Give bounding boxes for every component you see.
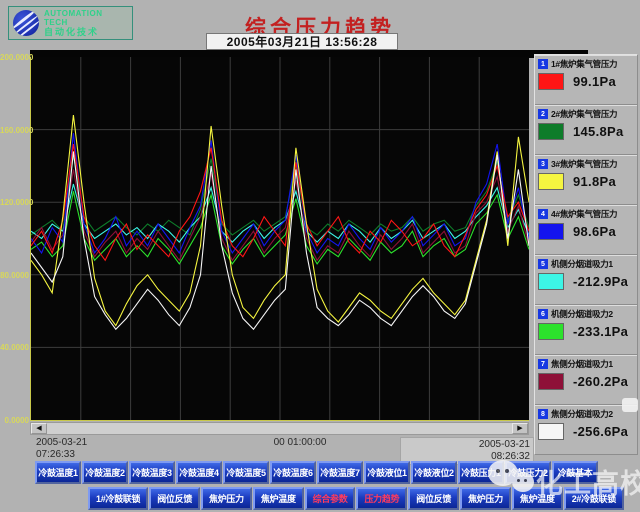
nav-button-r1-12[interactable]: 冷鼓基本 xyxy=(552,461,598,484)
nav-button-r2-10[interactable]: 2#冷鼓联锁 xyxy=(563,487,624,510)
legend-item-2: 2 2#焦炉集气管压力 145.8Pa xyxy=(535,105,637,155)
legend-number-badge: 2 xyxy=(538,109,548,119)
legend-tag-label: 机侧分烟道吸力2 xyxy=(551,309,613,319)
legend-item-1: 1 1#焦炉集气管压力 99.1Pa xyxy=(535,55,637,105)
legend-item-4: 4 4#焦炉集气管压力 98.6Pa xyxy=(535,205,637,255)
watermark-bubble xyxy=(622,398,638,412)
legend-color-swatch xyxy=(538,173,564,190)
legend-color-swatch xyxy=(538,423,564,440)
legend-item-8: 8 焦侧分烟道吸力2 -256.6Pa xyxy=(535,405,637,454)
y-axis-tick-label: 200.0000 xyxy=(0,53,34,62)
y-axis-tick-label: 80.0000 xyxy=(0,270,29,280)
scroll-left-arrow-icon[interactable]: ◀ xyxy=(31,423,47,434)
y-axis-tick-label: 40.0000 xyxy=(0,343,29,353)
nav-button-r1-8[interactable]: 冷鼓液位1 xyxy=(364,461,410,484)
legend-color-swatch xyxy=(538,223,564,240)
trend-legend-panel: 1 1#焦炉集气管压力 99.1Pa 2 2#焦炉集气管压力 145.8Pa 3 3#焦炉集气… xyxy=(534,54,638,455)
vendor-logo-text: AUTOMATION TECH 自动化技术 xyxy=(44,9,128,38)
nav-button-r2-9[interactable]: 焦炉温度 xyxy=(511,487,563,510)
legend-item-6: 6 机侧分烟道吸力2 -233.1Pa xyxy=(535,305,637,355)
legend-number-badge: 5 xyxy=(538,259,548,269)
scroll-right-arrow-icon[interactable]: ▶ xyxy=(512,423,528,434)
nav-button-r2-8[interactable]: 焦炉压力 xyxy=(460,487,511,510)
legend-tag-label: 焦侧分烟道吸力1 xyxy=(551,359,613,369)
vendor-logo: AUTOMATION TECH 自动化技术 xyxy=(8,6,133,40)
legend-current-value: -256.6Pa xyxy=(573,424,629,439)
legend-number-badge: 3 xyxy=(538,159,548,169)
legend-tag-label: 4#焦炉集气管压力 xyxy=(551,209,618,219)
legend-tag-label: 1#焦炉集气管压力 xyxy=(551,59,618,69)
legend-number-badge: 4 xyxy=(538,209,548,219)
nav-button-r1-10[interactable]: 冷鼓压力1 xyxy=(458,461,504,484)
nav-button-r1-4[interactable]: 冷鼓温度4 xyxy=(176,461,222,484)
nav-button-r2-7[interactable]: 阀位反馈 xyxy=(408,487,460,510)
legend-current-value: -233.1Pa xyxy=(573,324,629,339)
legend-number-badge: 8 xyxy=(538,409,548,419)
legend-current-value: -260.2Pa xyxy=(573,374,629,389)
legend-color-swatch xyxy=(538,373,564,390)
nav-button-r2-4[interactable]: 焦炉温度 xyxy=(252,487,304,510)
vendor-name-line1: AUTOMATION TECH xyxy=(44,8,103,27)
legend-item-3: 3 3#焦炉集气管压力 91.8Pa xyxy=(535,155,637,205)
time-scrollbar[interactable]: ◀ ▶ xyxy=(30,422,529,435)
legend-current-value: 98.6Pa xyxy=(573,224,617,239)
nav-button-r1-2[interactable]: 冷鼓温度2 xyxy=(82,461,128,484)
legend-tag-label: 3#焦炉集气管压力 xyxy=(551,159,618,169)
x-end-date: 2005-03-21 xyxy=(478,439,530,450)
globe-logo-icon xyxy=(13,10,39,36)
nav-button-r1-7[interactable]: 冷鼓温度7 xyxy=(317,461,363,484)
nav-button-r1-1[interactable]: 冷鼓温度1 xyxy=(35,461,81,484)
nav-button-row-1: 冷鼓温度1 冷鼓温度2 冷鼓温度3 冷鼓温度4 冷鼓温度5 冷鼓温度6 冷鼓温度7 冷鼓液位1… xyxy=(35,461,598,484)
legend-current-value: -212.9Pa xyxy=(573,274,629,289)
nav-button-row-2: 1#冷鼓联锁 阀位反馈 焦炉压力 焦炉温度 综合参数 压力趋势 阀位反馈 焦炉压力 焦炉温度 2#… xyxy=(88,487,624,510)
y-axis-tick-label: 160.0000 xyxy=(0,125,34,135)
legend-current-value: 99.1Pa xyxy=(573,74,617,89)
hmi-window: AUTOMATION TECH 自动化技术 综合压力趋势 2005年03月21日… xyxy=(0,0,640,512)
trend-chart xyxy=(30,57,530,420)
nav-button-r2-3[interactable]: 焦炉压力 xyxy=(201,487,252,510)
legend-color-swatch xyxy=(538,73,564,90)
legend-color-swatch xyxy=(538,273,564,290)
legend-item-5: 5 机侧分烟道吸力1 -212.9Pa xyxy=(535,255,637,305)
legend-tag-label: 机侧分烟道吸力1 xyxy=(551,259,613,269)
legend-item-7: 7 焦侧分烟道吸力1 -260.2Pa xyxy=(535,355,637,405)
nav-button-r2-6[interactable]: 压力趋势 xyxy=(356,487,408,510)
legend-current-value: 91.8Pa xyxy=(573,174,617,189)
nav-button-r2-2[interactable]: 阀位反馈 xyxy=(149,487,201,510)
y-axis-tick-label: 120.0000 xyxy=(0,198,34,208)
nav-button-r1-6[interactable]: 冷鼓温度6 xyxy=(270,461,316,484)
y-axis-tick-label: 0.0000 xyxy=(4,416,29,425)
trend-plot-area xyxy=(30,57,530,421)
x-start-date: 2005-03-21 xyxy=(36,437,88,448)
nav-button-r1-9[interactable]: 冷鼓液位2 xyxy=(411,461,457,484)
legend-color-swatch xyxy=(538,323,564,340)
x-axis-start-label: 2005-03-21 07:26:33 xyxy=(36,437,87,461)
legend-current-value: 145.8Pa xyxy=(573,124,624,139)
x-start-time: 07:26:33 xyxy=(36,449,75,460)
legend-color-swatch xyxy=(538,123,564,140)
nav-button-r2-5[interactable]: 综合参数 xyxy=(304,487,356,510)
x-axis-span-label: 00 01:00:00 xyxy=(273,437,327,448)
legend-number-badge: 1 xyxy=(538,59,548,69)
legend-number-badge: 6 xyxy=(538,309,548,319)
datetime-display: 2005年03月21日 13:56:28 xyxy=(206,33,398,50)
nav-button-r2-1[interactable]: 1#冷鼓联锁 xyxy=(88,487,149,510)
vendor-name-line2: 自动化技术 xyxy=(44,27,100,38)
nav-button-r1-3[interactable]: 冷鼓温度3 xyxy=(129,461,175,484)
legend-tag-label: 焦侧分烟道吸力2 xyxy=(551,409,613,419)
nav-button-r1-5[interactable]: 冷鼓温度5 xyxy=(223,461,269,484)
legend-number-badge: 7 xyxy=(538,359,548,369)
nav-button-r1-11[interactable]: 冷鼓压力2 xyxy=(505,461,551,484)
legend-tag-label: 2#焦炉集气管压力 xyxy=(551,109,618,119)
